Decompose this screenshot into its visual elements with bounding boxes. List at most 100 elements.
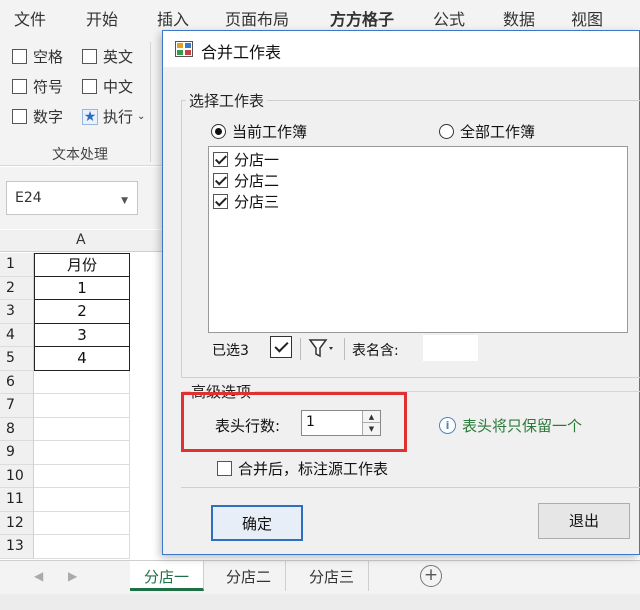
menu-file[interactable]: 文件 <box>14 6 46 30</box>
execute-button[interactable]: ★ 执行 ⌄ <box>82 106 145 127</box>
sheet-checkbox[interactable] <box>213 194 228 209</box>
list-item[interactable]: 分店二 <box>213 170 279 191</box>
sheet-checkbox[interactable] <box>213 152 228 167</box>
option-chinese[interactable]: 中文 <box>82 76 133 97</box>
list-item-label: 分店二 <box>234 172 280 190</box>
row-header[interactable]: 2 <box>0 276 34 300</box>
option-english-label: 英文 <box>103 48 134 66</box>
radio-current-workbook[interactable]: 当前工作簿 <box>211 121 307 142</box>
header-rows-stepper[interactable]: 1 ▲ ▼ <box>301 410 381 436</box>
text-processing-group-label: 文本处理 <box>52 147 108 163</box>
ribbon-separator <box>150 42 151 162</box>
cell-a4[interactable]: 3 <box>34 323 130 347</box>
sheet-tab-store-2[interactable]: 分店二 <box>212 561 287 591</box>
row-header[interactable]: 13 <box>0 535 34 559</box>
cell-a12[interactable] <box>34 511 130 535</box>
cell-a3[interactable]: 2 <box>34 300 130 324</box>
mark-source-label: 合并后，标注源工作表 <box>238 460 389 478</box>
add-sheet-icon[interactable]: + <box>420 565 442 587</box>
row-header[interactable]: 4 <box>0 323 34 347</box>
header-info-note: i 表头将只保留一个 <box>439 415 582 436</box>
option-symbol-label: 符号 <box>33 78 64 96</box>
mark-source-option[interactable]: 合并后，标注源工作表 <box>217 458 388 479</box>
menu-formulas[interactable]: 公式 <box>433 6 465 30</box>
option-symbol[interactable]: 符号 <box>12 76 63 97</box>
toolbar-divider <box>300 338 301 360</box>
next-sheet-icon[interactable]: ▶ <box>68 569 77 583</box>
dialog-titlebar[interactable]: 合并工作表 <box>163 31 639 67</box>
menu-home[interactable]: 开始 <box>86 6 118 30</box>
sheet-tab-store-3[interactable]: 分店三 <box>295 561 370 591</box>
cell-a10[interactable] <box>34 464 130 488</box>
mark-source-checkbox[interactable] <box>217 461 232 476</box>
caret-down-icon[interactable]: ▼ <box>121 196 128 206</box>
chinese-checkbox[interactable] <box>82 79 97 94</box>
dialog-title: 合并工作表 <box>201 43 282 62</box>
row-header[interactable]: 3 <box>0 300 34 324</box>
english-checkbox[interactable] <box>82 49 97 64</box>
cell-a11[interactable] <box>34 488 130 512</box>
row-header[interactable]: 8 <box>0 417 34 441</box>
option-number[interactable]: 数字 <box>12 106 63 127</box>
menu-page-layout[interactable]: 页面布局 <box>225 6 289 30</box>
decrement-icon[interactable]: ▼ <box>363 423 380 435</box>
menu-fangfang[interactable]: 方方格子 <box>330 6 394 30</box>
menu-data[interactable]: 数据 <box>503 6 535 30</box>
sheet-name-filter-input[interactable] <box>423 335 478 361</box>
ok-button[interactable]: 确定 <box>211 505 303 541</box>
sheet-list[interactable]: 分店一 分店二 分店三 <box>208 146 628 333</box>
cell-a9[interactable] <box>34 441 130 465</box>
row-header[interactable]: 5 <box>0 347 34 371</box>
select-all-checkbox[interactable] <box>270 336 292 358</box>
cell-a8[interactable] <box>34 417 130 441</box>
list-item[interactable]: 分店三 <box>213 191 279 212</box>
sheet-tab-bar: ◀ ▶ 分店一 分店二 分店三 + <box>0 560 640 594</box>
header-info-text: 表头将只保留一个 <box>462 417 583 435</box>
row-header[interactable]: 7 <box>0 394 34 418</box>
cell-a7[interactable] <box>34 394 130 418</box>
row-header[interactable]: 1 <box>0 253 34 277</box>
option-number-label: 数字 <box>33 108 64 126</box>
filter-icon[interactable] <box>308 337 338 359</box>
all-workbooks-radio[interactable] <box>439 124 454 139</box>
number-checkbox[interactable] <box>12 109 27 124</box>
row-header[interactable]: 6 <box>0 370 34 394</box>
cell-a2[interactable]: 1 <box>34 276 130 300</box>
option-chinese-label: 中文 <box>103 78 134 96</box>
app-icon <box>175 41 193 57</box>
prev-sheet-icon[interactable]: ◀ <box>34 569 43 583</box>
cell-a1[interactable]: 月份 <box>34 253 130 277</box>
row-header[interactable]: 10 <box>0 464 34 488</box>
increment-icon[interactable]: ▲ <box>363 411 380 423</box>
cell-a5[interactable]: 4 <box>34 347 130 371</box>
row-header[interactable]: 9 <box>0 441 34 465</box>
option-space[interactable]: 空格 <box>12 46 63 67</box>
exit-button[interactable]: 退出 <box>538 503 630 539</box>
header-rows-value[interactable]: 1 <box>306 414 315 430</box>
current-workbook-radio[interactable] <box>211 124 226 139</box>
star-icon: ★ <box>82 108 98 125</box>
advanced-group-bottom-border <box>181 487 640 488</box>
sheet-tab-store-1[interactable]: 分店一 <box>130 561 205 591</box>
row-header[interactable]: 11 <box>0 488 34 512</box>
name-box[interactable]: E24 ▼ <box>6 181 138 215</box>
status-bar <box>0 594 640 610</box>
cell-a13[interactable] <box>34 535 130 559</box>
header-rows-label: 表头行数: <box>215 417 281 435</box>
radio-all-workbooks[interactable]: 全部工作簿 <box>439 121 535 142</box>
toolbar-divider <box>344 338 345 360</box>
column-header-a[interactable]: A <box>76 232 86 248</box>
select-sheets-group-title: 选择工作表 <box>186 90 268 111</box>
space-checkbox[interactable] <box>12 49 27 64</box>
sheet-checkbox[interactable] <box>213 173 228 188</box>
cell-a6[interactable] <box>34 370 130 394</box>
sheet-name-filter-label: 表名含: <box>352 343 399 359</box>
name-box-value: E24 <box>15 190 42 206</box>
option-english[interactable]: 英文 <box>82 46 133 67</box>
menu-insert[interactable]: 插入 <box>157 6 189 30</box>
list-item[interactable]: 分店一 <box>213 149 279 170</box>
menu-view[interactable]: 视图 <box>571 6 603 30</box>
row-header[interactable]: 12 <box>0 511 34 535</box>
symbol-checkbox[interactable] <box>12 79 27 94</box>
option-space-label: 空格 <box>33 48 64 66</box>
